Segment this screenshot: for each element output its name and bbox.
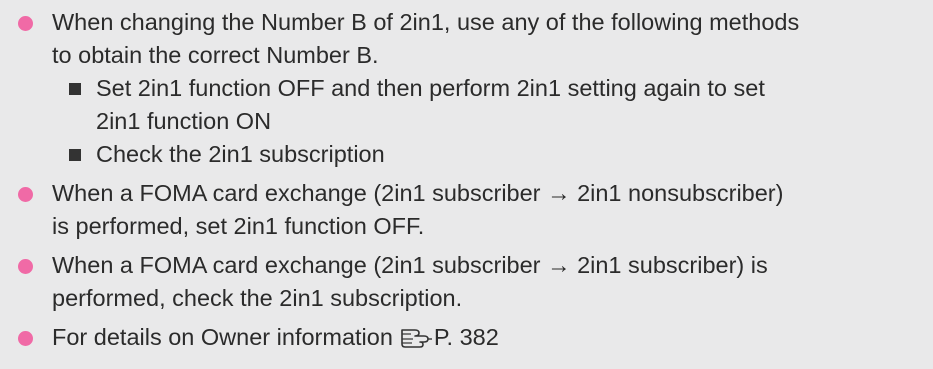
note-text: For details on Owner information xyxy=(52,324,393,350)
note-item-owner-info: For details on Owner information P. 382 xyxy=(8,321,925,354)
sublist-text-line: Set 2in1 function OFF and then perform 2… xyxy=(96,75,765,101)
sublist-item-set-function: Set 2in1 function OFF and then perform 2… xyxy=(52,72,925,138)
sublist-text-line: 2in1 function ON xyxy=(96,108,272,134)
note-text-line: to obtain the correct Number B. xyxy=(52,42,379,68)
notes-box: When changing the Number B of 2in1, use … xyxy=(0,0,933,369)
note-text-line: When a FOMA card exchange (2in1 subscrib… xyxy=(52,180,784,206)
note-item-card-exchange-nonsubscriber: When a FOMA card exchange (2in1 subscrib… xyxy=(8,177,925,243)
note-text-line: is performed, set 2in1 function OFF. xyxy=(52,213,425,239)
page-reference-link[interactable]: P. 382 xyxy=(393,324,499,350)
page-reference: P. 382 xyxy=(433,324,499,350)
note-item-2in1-number-b: When changing the Number B of 2in1, use … xyxy=(8,6,925,171)
note-text-line: performed, check the 2in1 subscription. xyxy=(52,285,463,311)
pointing-hand-icon xyxy=(401,329,432,348)
note-text-line: When a FOMA card exchange (2in1 subscrib… xyxy=(52,252,768,278)
bullet-dot-icon xyxy=(18,16,33,31)
sublist-text-line: Check the 2in1 subscription xyxy=(96,141,385,167)
note-text-line: When changing the Number B of 2in1, use … xyxy=(52,9,800,35)
note-item-card-exchange-subscriber: When a FOMA card exchange (2in1 subscrib… xyxy=(8,249,925,315)
square-bullet-icon xyxy=(69,83,81,95)
bullet-dot-icon xyxy=(18,187,33,202)
methods-sublist: Set 2in1 function OFF and then perform 2… xyxy=(52,72,925,171)
bullet-dot-icon xyxy=(18,259,33,274)
square-bullet-icon xyxy=(69,149,81,161)
sublist-item-check-subscription: Check the 2in1 subscription xyxy=(52,138,925,171)
bullet-dot-icon xyxy=(18,331,33,346)
